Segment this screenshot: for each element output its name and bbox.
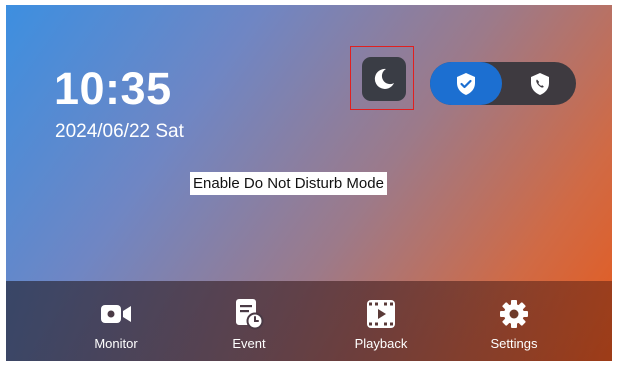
nav-label-settings: Settings: [490, 336, 538, 351]
nav-event[interactable]: Event: [194, 281, 304, 361]
clock-time: 10:35: [54, 63, 172, 114]
film-play-icon: [367, 300, 395, 328]
nav-settings[interactable]: Settings: [459, 281, 569, 361]
nav-label-event: Event: [232, 336, 266, 351]
shield-phone-icon: [531, 72, 549, 95]
gear-icon: [500, 300, 528, 328]
security-mode-toggle[interactable]: [430, 62, 576, 105]
clock-date: 2024/06/22 Sat: [55, 121, 184, 142]
mode-call-segment[interactable]: [504, 62, 576, 105]
nav-playback[interactable]: Playback: [326, 281, 436, 361]
mode-armed-segment[interactable]: [430, 62, 502, 105]
home-screen: 10:35 2024/06/22 Sat Enable Do Not Distu…: [6, 5, 612, 361]
dnd-tooltip: Enable Do Not Disturb Mode: [190, 172, 387, 195]
moon-icon: [374, 68, 394, 89]
nav-monitor[interactable]: Monitor: [61, 281, 171, 361]
shield-check-icon: [457, 72, 475, 95]
event-log-icon: [236, 299, 264, 330]
nav-label-playback: Playback: [354, 336, 408, 351]
bottom-nav-bar: Monitor Event Playback Settings: [6, 281, 612, 361]
nav-label-monitor: Monitor: [94, 336, 138, 351]
do-not-disturb-button[interactable]: [362, 57, 406, 101]
video-camera-icon: [101, 305, 131, 323]
